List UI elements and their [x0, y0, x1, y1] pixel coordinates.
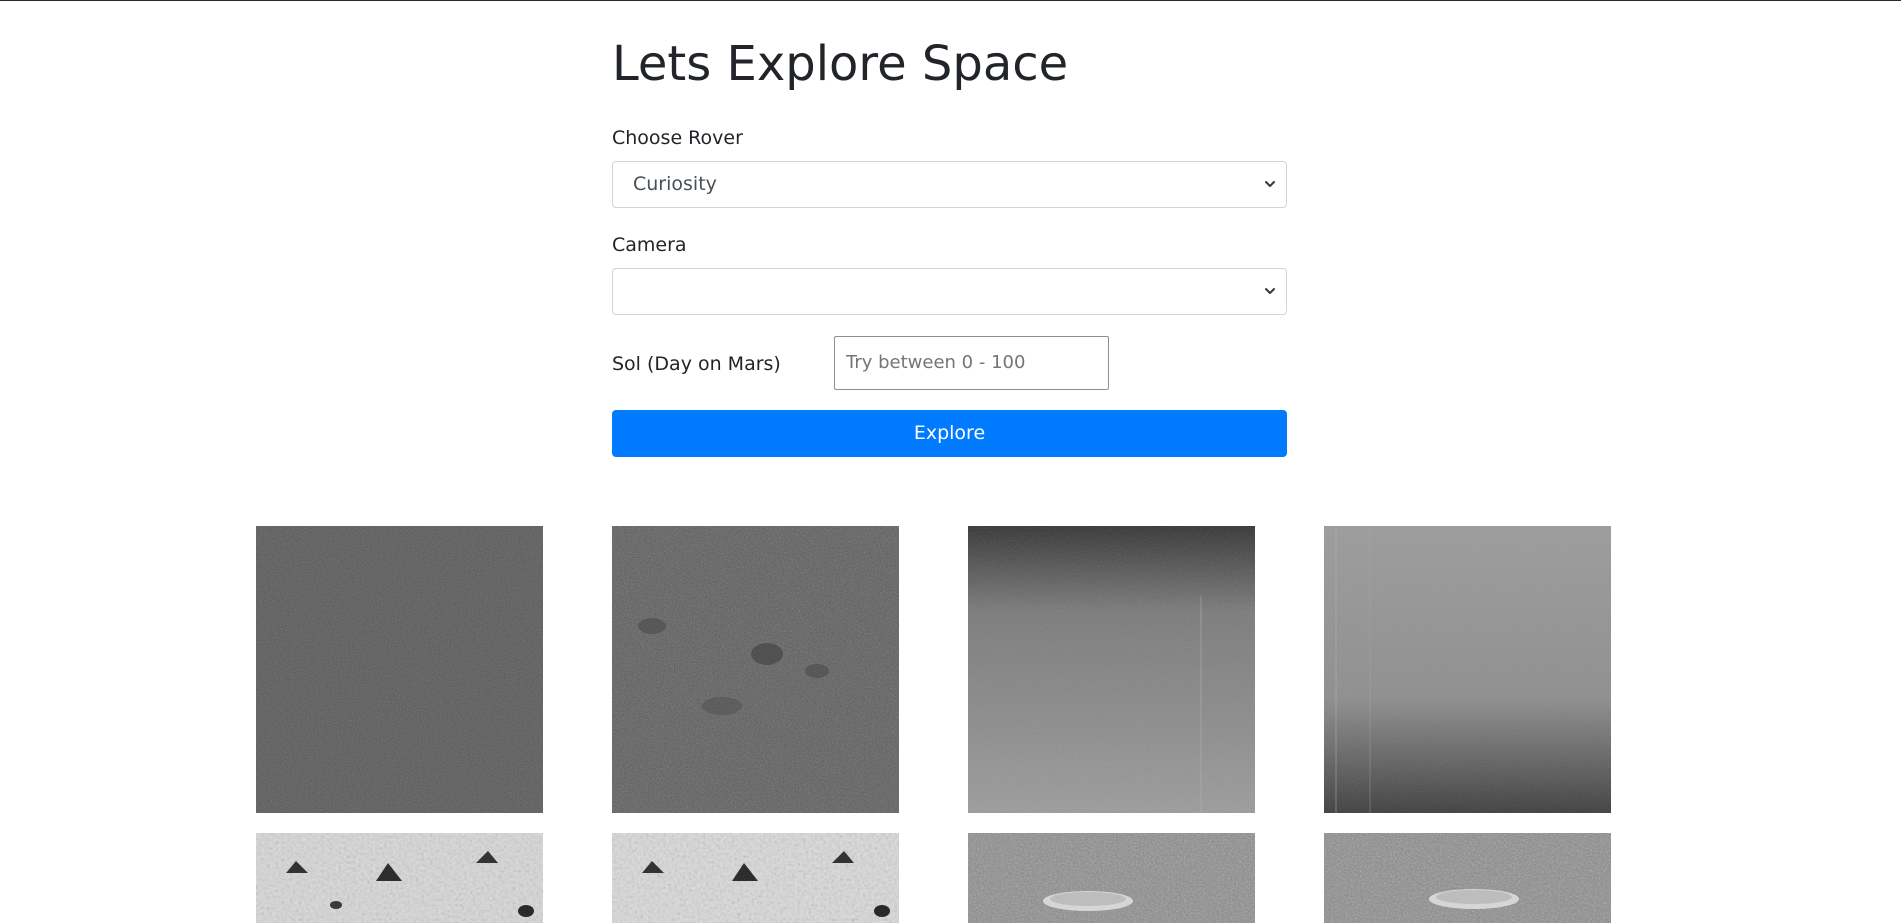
chevron-down-icon [1265, 288, 1275, 294]
photo-image [612, 833, 899, 923]
camera-label: Camera [612, 234, 687, 256]
rover-label: Choose Rover [612, 127, 743, 149]
mars-photo[interactable] [968, 526, 1255, 813]
mars-photo[interactable] [612, 526, 899, 813]
photo-image [256, 833, 543, 923]
chevron-down-icon [1265, 181, 1275, 187]
sol-label: Sol (Day on Mars) [612, 353, 781, 375]
photo-image [968, 833, 1255, 923]
photo-image [612, 526, 899, 813]
window-top-border [0, 0, 1901, 1]
rover-select[interactable]: Curiosity [612, 161, 1287, 208]
mars-photo[interactable] [612, 833, 899, 923]
photo-image [1324, 526, 1611, 813]
photo-image [1324, 833, 1611, 923]
mars-photo[interactable] [1324, 526, 1611, 813]
page-title: Lets Explore Space [612, 36, 1069, 92]
explore-button[interactable]: Explore [612, 410, 1287, 457]
mars-photo[interactable] [1324, 833, 1611, 923]
mars-photo[interactable] [256, 526, 543, 813]
rover-select-value: Curiosity [633, 173, 717, 195]
mars-photo[interactable] [256, 833, 543, 923]
photo-image [256, 526, 543, 813]
camera-select[interactable] [612, 268, 1287, 315]
photo-image [968, 526, 1255, 813]
sol-input[interactable]: Try between 0 - 100 [834, 336, 1109, 390]
sol-input-placeholder: Try between 0 - 100 [846, 352, 1026, 373]
mars-photo[interactable] [968, 833, 1255, 923]
